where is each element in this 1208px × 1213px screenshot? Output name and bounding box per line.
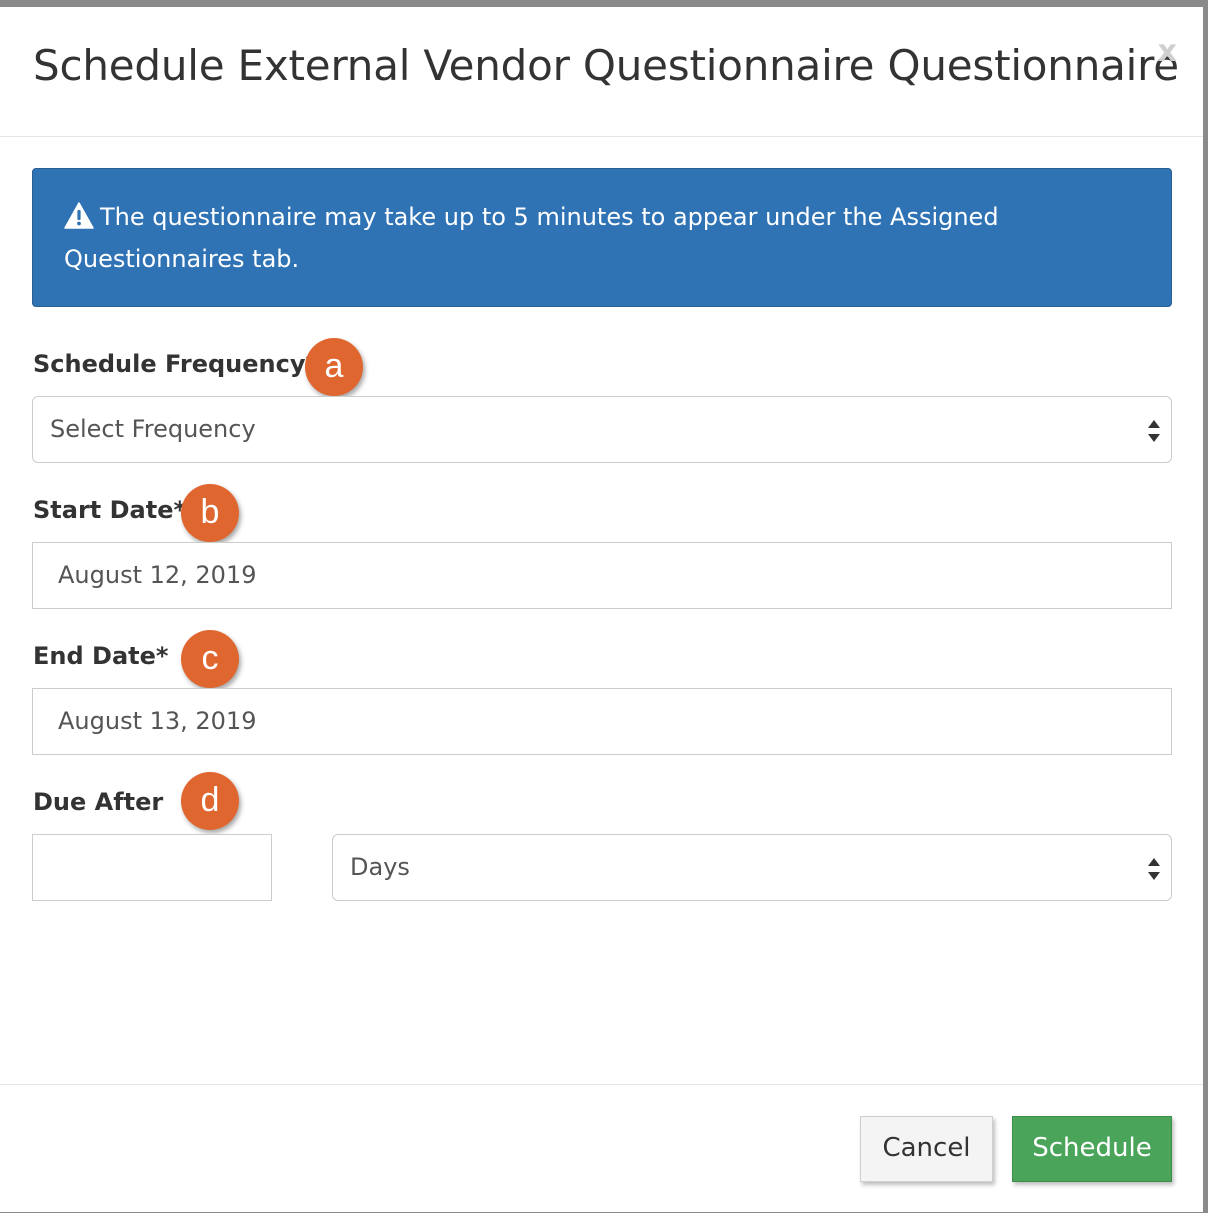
due-after-unit-selected: Days (350, 853, 410, 881)
modal-title: Schedule External Vendor Questionnaire Q… (33, 41, 1179, 90)
callout-badge-d: d (181, 772, 239, 830)
close-button[interactable]: x (1158, 37, 1177, 67)
due-after-unit-select[interactable]: Days (332, 834, 1172, 901)
modal-footer: Cancel Schedule (0, 1084, 1203, 1213)
warning-triangle-icon (64, 202, 94, 240)
info-alert: The questionnaire may take up to 5 minut… (32, 168, 1172, 307)
start-date-label: Start Date* (33, 496, 187, 524)
schedule-questionnaire-modal: Schedule External Vendor Questionnaire Q… (0, 7, 1203, 1212)
due-after-label: Due After (33, 788, 164, 816)
schedule-frequency-select[interactable]: Select Frequency (32, 396, 1172, 463)
modal-header: Schedule External Vendor Questionnaire Q… (0, 7, 1203, 137)
schedule-button[interactable]: Schedule (1012, 1116, 1172, 1182)
callout-badge-c: c (181, 630, 239, 688)
end-date-label: End Date* (33, 642, 169, 670)
cancel-button[interactable]: Cancel (860, 1116, 993, 1182)
callout-badge-b: b (181, 484, 239, 542)
end-date-input[interactable]: August 13, 2019 (32, 688, 1172, 755)
select-arrows-icon (1148, 858, 1160, 880)
callout-badge-a: a (305, 338, 363, 396)
schedule-frequency-label: Schedule Frequency* (33, 350, 319, 378)
start-date-input[interactable]: August 12, 2019 (32, 542, 1172, 609)
due-after-number-input[interactable] (32, 834, 272, 901)
select-arrows-icon (1148, 420, 1160, 442)
alert-text: The questionnaire may take up to 5 minut… (64, 203, 999, 273)
schedule-frequency-selected: Select Frequency (50, 415, 256, 443)
